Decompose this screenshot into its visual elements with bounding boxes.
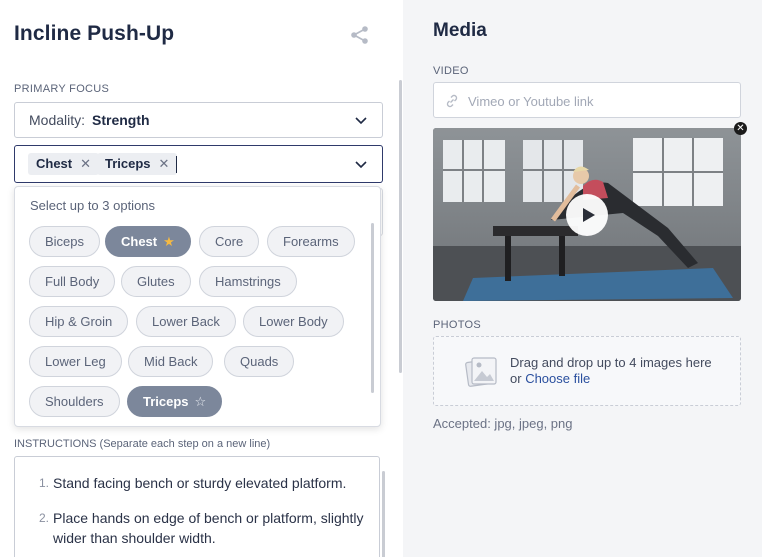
video-thumbnail[interactable] xyxy=(433,128,741,301)
option-mid-back[interactable]: Mid Back xyxy=(128,346,214,377)
option-hip-groin[interactable]: Hip & Groin xyxy=(29,306,129,337)
muscle-group-multiselect[interactable]: Chest ✕ Triceps ✕ xyxy=(14,145,383,183)
instruction-step: 2. Place hands on edge of bench or platf… xyxy=(39,508,373,548)
close-icon: ✕ xyxy=(736,123,745,134)
option-label: Lower Leg xyxy=(45,354,106,369)
photos-label: PHOTOS xyxy=(433,319,482,331)
option-label: Quads xyxy=(240,354,279,369)
option-label: Core xyxy=(215,234,244,249)
link-icon xyxy=(446,94,458,108)
selected-tag: Triceps ✕ xyxy=(97,153,178,175)
option-forearms[interactable]: Forearms xyxy=(267,226,355,257)
instruction-step: 1. Stand facing bench or sturdy elevated… xyxy=(39,473,373,493)
instructions-textarea[interactable]: 1. Stand facing bench or sturdy elevated… xyxy=(14,456,385,557)
exercise-title: Incline Push-Up xyxy=(14,22,175,45)
option-label: Lower Back xyxy=(152,314,220,329)
star-icon[interactable]: ★ xyxy=(163,234,175,249)
step-text: Stand facing bench or sturdy elevated pl… xyxy=(53,475,347,491)
option-lower-body[interactable]: Lower Body xyxy=(243,306,344,337)
dropdown-scrollbar[interactable] xyxy=(371,223,374,393)
video-url-field[interactable] xyxy=(433,82,741,118)
option-label: Mid Back xyxy=(144,354,198,369)
selected-tag-label: Triceps xyxy=(105,156,151,171)
play-icon xyxy=(583,208,595,222)
play-button[interactable] xyxy=(566,194,608,236)
option-triceps[interactable]: Triceps ☆ xyxy=(127,386,223,417)
modality-select[interactable]: Modality: Strength xyxy=(14,102,383,138)
option-biceps[interactable]: Biceps xyxy=(29,226,101,257)
primary-focus-label: PRIMARY FOCUS xyxy=(14,83,110,95)
dropzone-instructions: Drag and drop up to 4 images here xyxy=(510,355,712,370)
modality-value: Strength xyxy=(92,112,150,128)
chevron-down-icon xyxy=(355,117,367,125)
option-label: Lower Body xyxy=(259,314,328,329)
option-label: Chest xyxy=(121,234,158,249)
accepted-formats: Accepted: jpg, jpeg, png xyxy=(433,416,573,431)
option-shoulders[interactable]: Shoulders xyxy=(29,386,120,417)
photo-dropzone[interactable]: Drag and drop up to 4 images here or Cho… xyxy=(433,336,741,406)
star-icon[interactable]: ☆ xyxy=(195,394,207,409)
selected-tag-label: Chest xyxy=(36,156,73,171)
instructions-scrollbar[interactable] xyxy=(382,471,385,557)
option-label: Hip & Groin xyxy=(45,314,113,329)
choose-file-link[interactable]: Choose file xyxy=(525,371,590,386)
exercise-editor-panel: Incline Push-Up PRIMARY FOCUS Modality: … xyxy=(0,0,403,557)
panel-scrollbar[interactable] xyxy=(399,80,402,373)
option-label: Glutes xyxy=(137,274,175,289)
modality-label: Modality: xyxy=(29,112,86,128)
option-glutes[interactable]: Glutes xyxy=(121,266,191,297)
option-chest[interactable]: Chest ★ xyxy=(105,226,191,257)
video-label: VIDEO xyxy=(433,65,469,77)
muscle-group-dropdown: Select up to 3 options Biceps Chest ★ Cor… xyxy=(14,186,381,427)
option-quads[interactable]: Quads xyxy=(224,346,295,377)
dropzone-or: or xyxy=(510,371,522,386)
option-core[interactable]: Core xyxy=(199,226,260,257)
media-panel: Media VIDEO Vimeo or Youtube link ✕ PHOT… xyxy=(403,0,762,557)
dropdown-hint: Select up to 3 options xyxy=(30,198,156,213)
selected-tag: Chest ✕ xyxy=(28,153,100,175)
chevron-down-icon[interactable] xyxy=(354,157,368,171)
option-label: Biceps xyxy=(45,234,85,249)
option-lower-back[interactable]: Lower Back xyxy=(136,306,236,337)
option-lower-leg[interactable]: Lower Leg xyxy=(29,346,122,377)
step-number: 1. xyxy=(39,476,50,490)
option-label: Hamstrings xyxy=(215,274,281,289)
option-label: Forearms xyxy=(283,234,339,249)
option-label: Triceps xyxy=(143,394,189,409)
option-label: Full Body xyxy=(45,274,100,289)
instructions-label: INSTRUCTIONS (Separate each step on a ne… xyxy=(14,438,271,450)
option-full-body[interactable]: Full Body xyxy=(29,266,116,297)
close-icon[interactable]: ✕ xyxy=(80,156,91,171)
step-number: 2. xyxy=(39,511,50,525)
close-icon[interactable]: ✕ xyxy=(159,156,170,171)
step-text: Place hands on edge of bench or platform… xyxy=(53,510,364,546)
image-icon xyxy=(465,357,497,387)
media-title: Media xyxy=(433,20,487,41)
option-label: Shoulders xyxy=(45,394,104,409)
option-hamstrings[interactable]: Hamstrings xyxy=(199,266,297,297)
video-url-input[interactable] xyxy=(468,91,728,111)
remove-video-button[interactable]: ✕ xyxy=(734,122,747,135)
share-icon[interactable] xyxy=(349,24,371,46)
text-cursor xyxy=(176,156,177,173)
dropzone-text: Drag and drop up to 4 images here or Cho… xyxy=(510,355,712,387)
